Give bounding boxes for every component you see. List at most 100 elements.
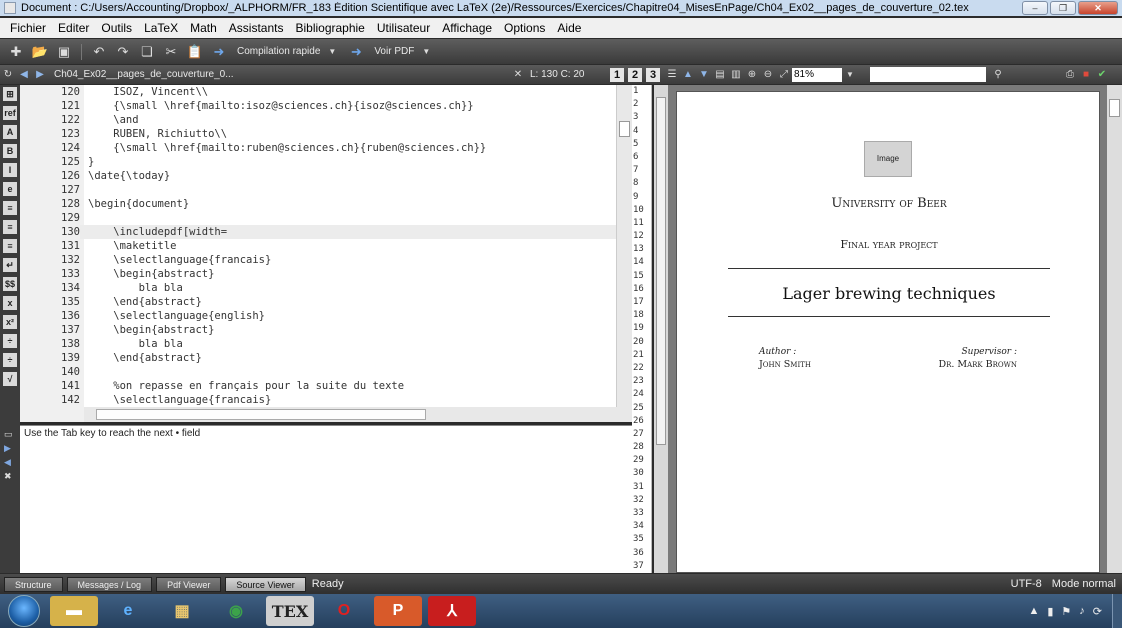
code-line[interactable]: 120 ISOZ, Vincent\\ — [20, 85, 616, 99]
pdf-reader-icon[interactable]: ⅄ — [428, 596, 476, 626]
zoom-in-icon[interactable]: ⊕ — [744, 69, 760, 80]
encoding-label[interactable]: UTF-8 — [1011, 578, 1042, 590]
menu-fichier[interactable]: Fichier — [4, 21, 52, 35]
menu-options[interactable]: Options — [498, 21, 551, 35]
menu-outils[interactable]: Outils — [95, 21, 138, 35]
code-line[interactable]: 126 \date{\today} — [20, 169, 616, 183]
current-code-line[interactable]: 130 \includepdf[width= — [20, 225, 616, 239]
tab-messages-log[interactable]: Messages / Log — [66, 576, 153, 592]
flag-icon[interactable]: ⚑ — [1061, 605, 1071, 618]
ref-icon[interactable]: ref — [3, 106, 17, 120]
align-center-icon[interactable]: ≡ — [3, 220, 17, 234]
view-pdf-select[interactable]: Voir PDF — [370, 46, 418, 57]
tab-structure[interactable]: Structure — [4, 576, 63, 592]
scroll-thumb[interactable] — [1109, 99, 1120, 117]
menu-affichage[interactable]: Affichage — [436, 21, 498, 35]
label-icon[interactable]: ⊞ — [3, 87, 17, 101]
layout-1-button[interactable]: 1 — [610, 67, 624, 82]
minimize-button[interactable]: – — [1022, 1, 1048, 15]
tab-pdf-viewer[interactable]: Pdf Viewer — [156, 576, 222, 592]
file-tab[interactable]: Ch04_Ex02__pages_de_couverture_0... — [54, 69, 244, 80]
refresh-icon[interactable]: ↻ — [0, 69, 16, 80]
code-line[interactable]: 134 bla bla — [20, 281, 616, 295]
next-icon[interactable]: ▶ — [4, 443, 16, 453]
code-line[interactable]: 135 \end{abstract} — [20, 295, 616, 309]
bold-icon[interactable]: B — [3, 144, 17, 158]
code-line[interactable]: 123 RUBEN, Richiutto\\ — [20, 127, 616, 141]
layout-3-button[interactable]: 3 — [646, 67, 660, 82]
copy-icon[interactable]: ❏ — [137, 43, 157, 61]
code-line[interactable]: 138 bla bla — [20, 337, 616, 351]
math-icon[interactable]: $$ — [3, 277, 17, 291]
code-line[interactable]: 136 \selectlanguage{english} — [20, 309, 616, 323]
up-icon[interactable]: ▲ — [680, 69, 696, 80]
opera-icon[interactable]: O — [320, 596, 368, 626]
align-right-icon[interactable]: ≡ — [3, 239, 17, 253]
close-tab-icon[interactable]: ✕ — [510, 69, 526, 80]
stop-icon[interactable]: ✖ — [4, 471, 16, 481]
code-line[interactable]: 122 \and — [20, 113, 616, 127]
internet-explorer-icon[interactable]: e — [104, 596, 152, 626]
code-line[interactable]: 140 — [20, 365, 616, 379]
index-icon[interactable]: x — [3, 296, 17, 310]
zoom-select[interactable]: 81% — [792, 67, 842, 82]
back-icon[interactable]: ◀ — [16, 69, 32, 80]
new-file-icon[interactable]: ✚ — [6, 43, 26, 61]
editor-vertical-scrollbar[interactable] — [616, 85, 632, 407]
code-line[interactable]: 132 \selectlanguage{francais} — [20, 253, 616, 267]
code-line[interactable]: 137 \begin{abstract} — [20, 323, 616, 337]
exponent-icon[interactable]: x² — [3, 315, 17, 329]
align-left-icon[interactable]: ≡ — [3, 201, 17, 215]
binoculars-icon[interactable]: ⚲ — [990, 69, 1006, 80]
code-line[interactable]: 141 %on repasse en français pour la suit… — [20, 379, 616, 393]
volume-icon[interactable]: ♪ — [1079, 605, 1085, 617]
return-icon[interactable]: ↵ — [3, 258, 17, 272]
paste-icon[interactable]: 📋 — [185, 43, 205, 61]
pdf-icon[interactable]: ■ — [1078, 69, 1094, 80]
start-button[interactable] — [8, 595, 40, 627]
code-line[interactable]: 139 \end{abstract} — [20, 351, 616, 365]
check-icon[interactable]: ✔ — [1094, 69, 1110, 80]
list-icon[interactable]: ☰ — [664, 69, 680, 80]
explorer-folder-icon[interactable]: ▬ — [50, 596, 98, 626]
open-folder-icon[interactable]: 📂 — [30, 43, 50, 61]
sync-icon[interactable]: ⟳ — [1093, 605, 1102, 618]
code-line[interactable]: 121 {\small \href{mailto:isoz@sciences.c… — [20, 99, 616, 113]
menu-math[interactable]: Math — [184, 21, 223, 35]
powerpoint-icon[interactable]: P — [374, 596, 422, 626]
emph-icon[interactable]: e — [3, 182, 17, 196]
sqrt-icon[interactable]: √ — [3, 372, 17, 386]
pdf-vertical-scrollbar[interactable] — [1107, 85, 1122, 573]
chevron-down-icon[interactable]: ▼ — [328, 47, 336, 56]
menu-utilisateur[interactable]: Utilisateur — [371, 21, 436, 35]
down-icon[interactable]: ▼ — [696, 69, 712, 80]
italic-icon[interactable]: I — [3, 163, 17, 177]
tray-expand-icon[interactable]: ▲ — [1028, 605, 1039, 617]
pdf-viewer[interactable]: Image University of Beer Final year proj… — [668, 85, 1122, 573]
fraction-icon[interactable]: ÷ — [3, 334, 17, 348]
page-icon[interactable]: ▤ — [712, 69, 728, 80]
close-button[interactable]: ✕ — [1078, 1, 1118, 15]
view-arrow-icon[interactable]: ➜ — [346, 43, 366, 61]
print-icon[interactable]: ⎙ — [1062, 69, 1078, 80]
compile-mode-select[interactable]: Compilation rapide — [233, 46, 324, 57]
pdf-search-input[interactable] — [870, 67, 986, 82]
code-line[interactable]: 142 \selectlanguage{francais} — [20, 393, 616, 407]
code-line[interactable]: 131 \maketitle — [20, 239, 616, 253]
menu-bibliographie[interactable]: Bibliographie — [289, 21, 370, 35]
scroll-thumb[interactable] — [656, 97, 666, 445]
code-line[interactable]: 128 \begin{document} — [20, 197, 616, 211]
scroll-thumb[interactable] — [96, 409, 426, 420]
zoom-out-icon[interactable]: ⊖ — [760, 69, 776, 80]
pages-icon[interactable]: ▥ — [728, 69, 744, 80]
editor-horizontal-scrollbar[interactable] — [84, 407, 612, 422]
forward-icon[interactable]: ▶ — [32, 69, 48, 80]
fit-icon[interactable]: ⤢ — [776, 69, 792, 80]
redo-icon[interactable]: ↷ — [113, 43, 133, 61]
menu-aide[interactable]: Aide — [551, 21, 587, 35]
libraries-icon[interactable]: ▦ — [158, 596, 206, 626]
menu-editer[interactable]: Editer — [52, 21, 95, 35]
previous-icon[interactable]: ◀ — [4, 457, 16, 467]
save-icon[interactable]: ▣ — [54, 43, 74, 61]
chrome-icon[interactable]: ◉ — [212, 596, 260, 626]
